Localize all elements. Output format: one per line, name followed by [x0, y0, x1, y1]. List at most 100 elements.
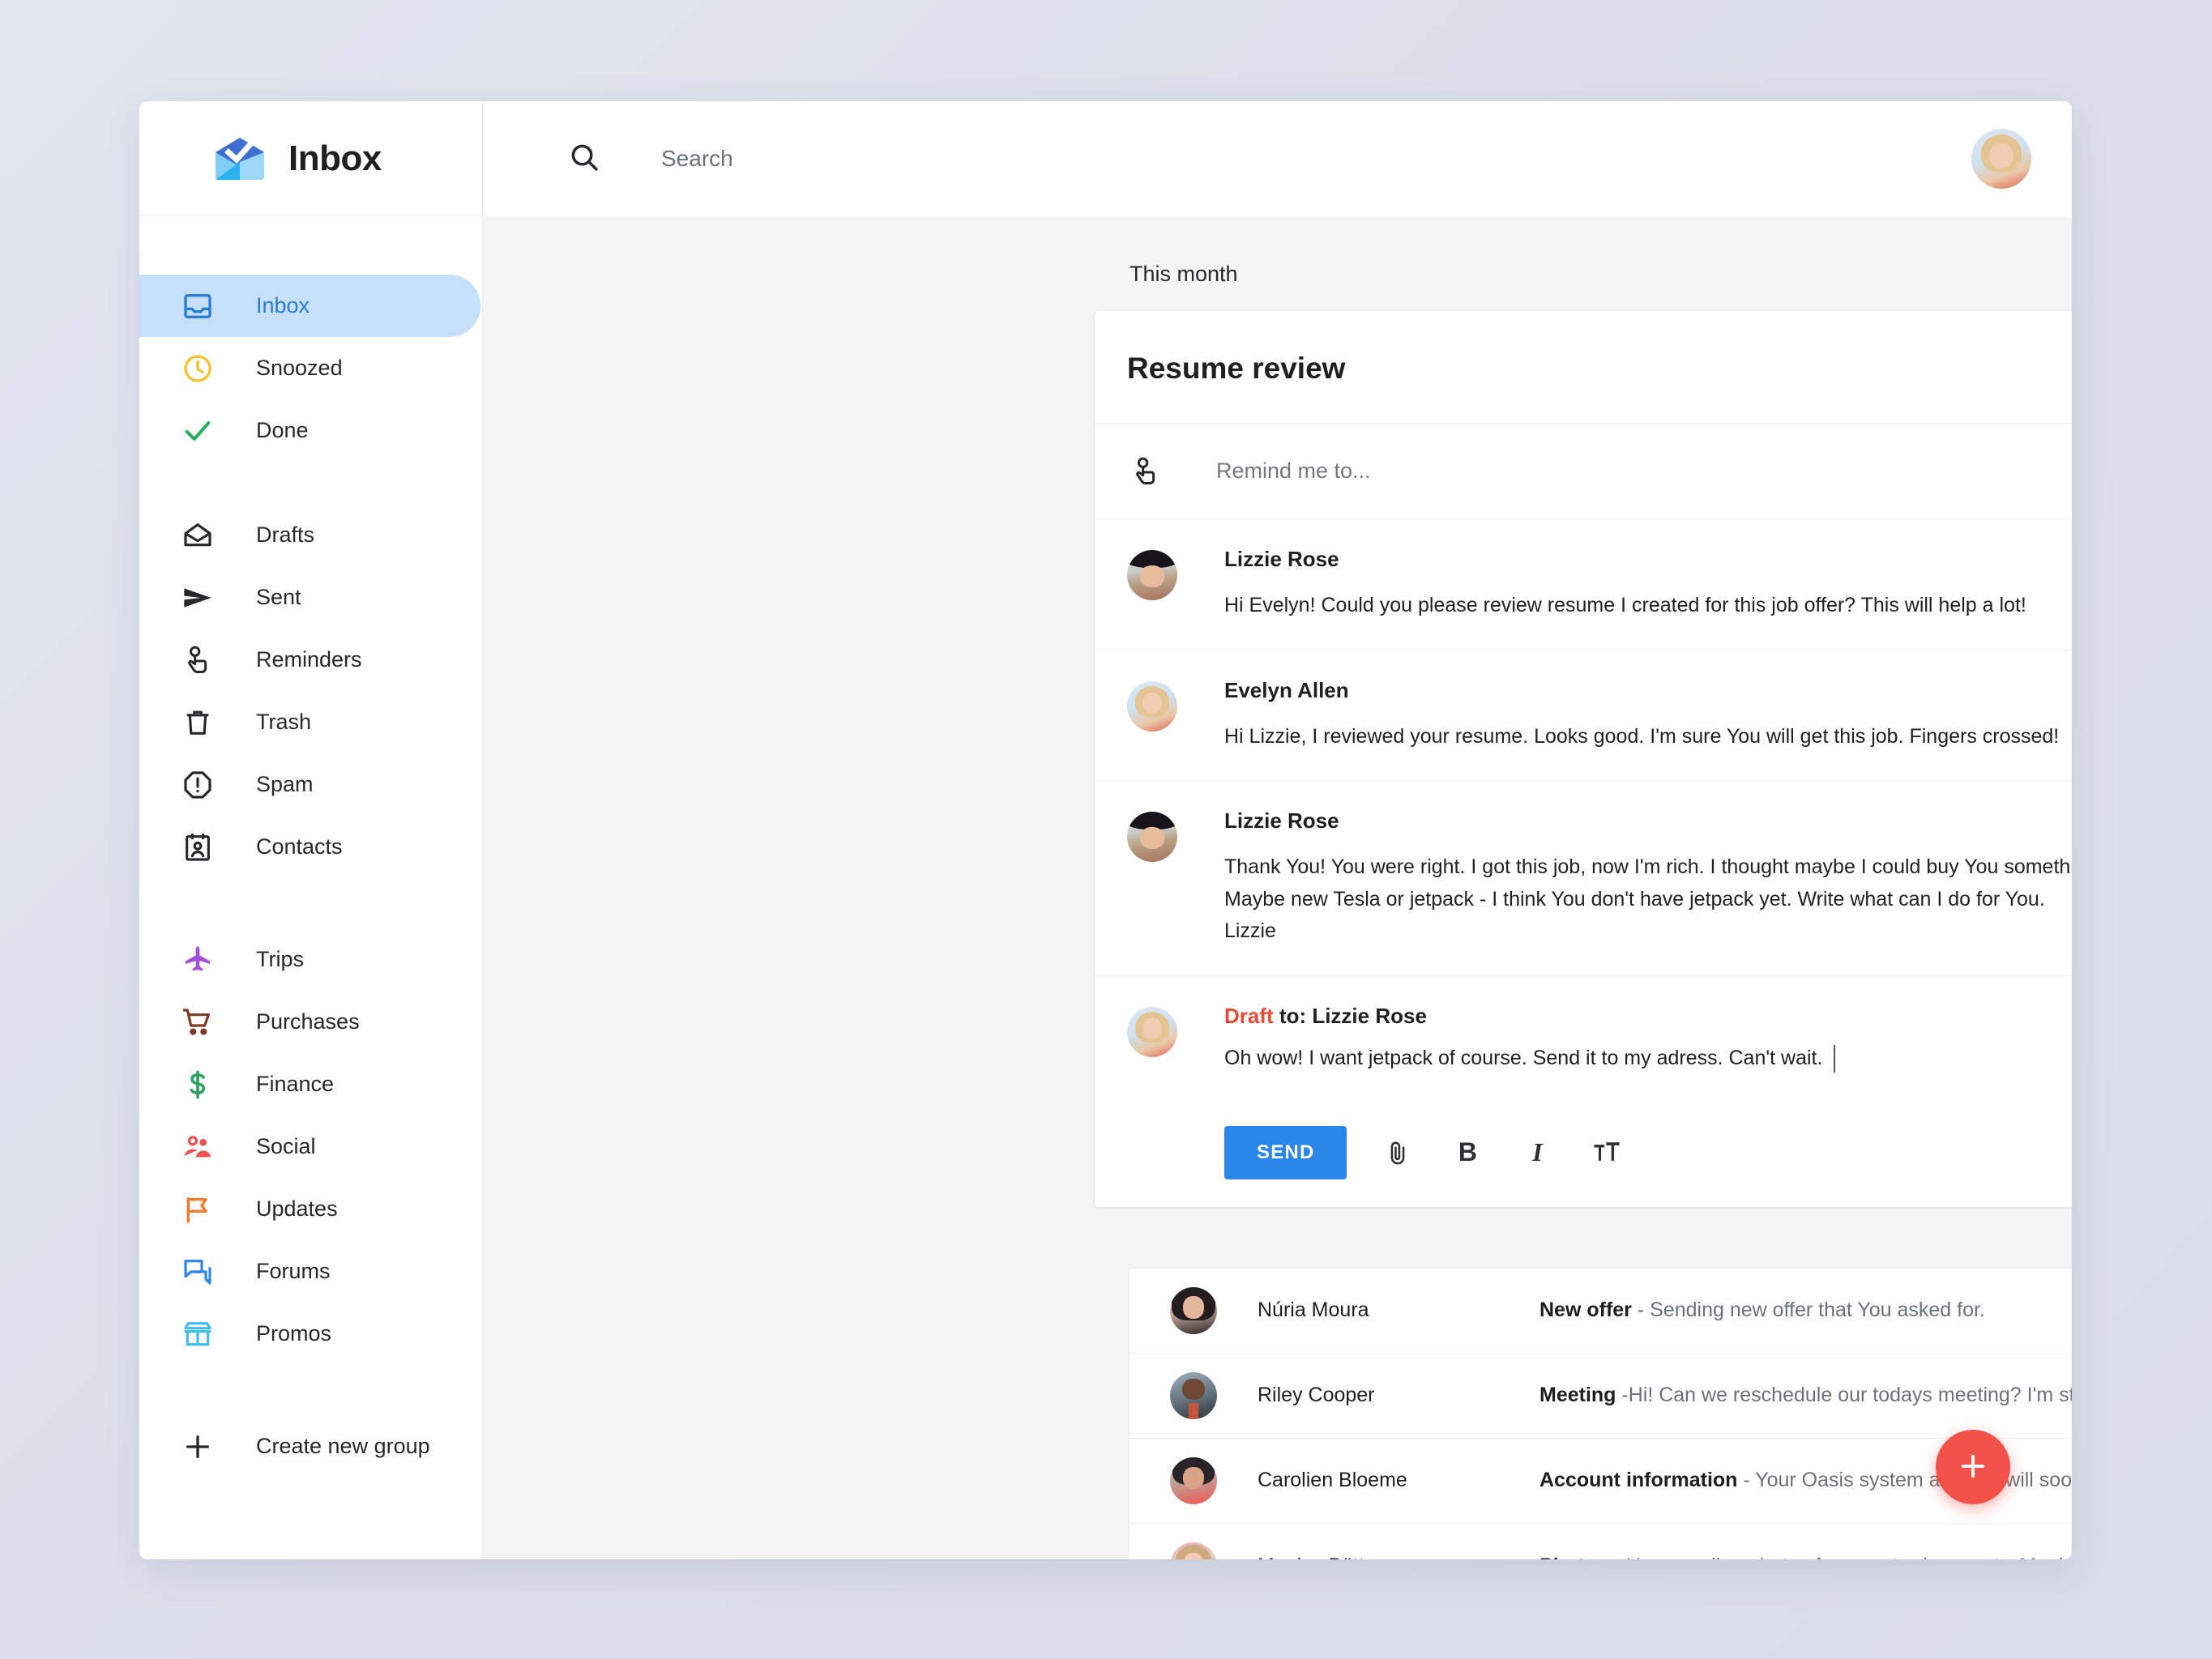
list-item-snippet: - Sending new offer that You asked for.: [1631, 1299, 1985, 1321]
thread-card: Resume review Remind me to... Lizzie Ros: [1095, 311, 2072, 1207]
create-new-group-label: Create new group: [256, 1434, 430, 1458]
sidebar-item-drafts[interactable]: Drafts: [139, 504, 482, 566]
finger-tap-icon: [178, 641, 217, 680]
sidebar-item-label: Finance: [256, 1072, 335, 1096]
sidebar-item-forums[interactable]: Forums: [139, 1240, 482, 1303]
topbar: Search: [483, 101, 2072, 216]
search-placeholder: Search: [661, 146, 733, 171]
sidebar-item-snoozed[interactable]: Snoozed: [139, 337, 482, 399]
plus-icon: [178, 1427, 217, 1466]
list-item-subject: Account information: [1539, 1469, 1738, 1491]
text-size-icon[interactable]: [1588, 1134, 1625, 1171]
inbox-list: Núria Moura New offer - Sending new offe…: [1129, 1268, 2072, 1560]
draft-compose[interactable]: Draft to: Lizzie Rose Oh wow! I want jet…: [1095, 976, 2072, 1207]
sidebar-item-sent[interactable]: Sent: [139, 566, 482, 629]
airplane-icon: [178, 940, 217, 979]
storefront-icon: [178, 1315, 217, 1354]
sidebar-item-reminders[interactable]: Reminders: [139, 629, 482, 691]
paper-plane-icon: [178, 578, 217, 617]
draft-body-field[interactable]: Oh wow! I want jetpack of course. Send i…: [1224, 1044, 2072, 1073]
list-item-snippet: - Hey, sending photos from yesterdays pa…: [1608, 1555, 2072, 1560]
avatar: [1127, 812, 1177, 862]
draft-header: Draft to: Lizzie Rose: [1224, 1004, 2072, 1029]
sidebar-item-promos[interactable]: Promos: [139, 1303, 482, 1365]
list-item-sender: Carolien Bloeme: [1258, 1469, 1407, 1491]
draft-recipient: to: Lizzie Rose: [1279, 1003, 1427, 1028]
avatar: [1170, 1286, 1217, 1334]
sidebar-item-label: Snoozed: [256, 356, 343, 380]
compose-fab-button[interactable]: [1936, 1430, 2010, 1504]
list-item[interactable]: Carolien Bloeme Account information - Yo…: [1129, 1439, 2072, 1524]
avatar: [1170, 1542, 1217, 1559]
sidebar-item-label: Purchases: [256, 1009, 360, 1034]
remind-me-placeholder: Remind me to...: [1216, 458, 1371, 483]
sidebar-item-contacts[interactable]: Contacts: [139, 816, 482, 878]
app-title: Inbox: [288, 138, 382, 178]
sidebar-item-updates[interactable]: Updates: [139, 1178, 482, 1240]
sidebar-item-label: Contacts: [256, 834, 343, 859]
sidebar-divider-3: [139, 1365, 482, 1415]
list-item-sender: Riley Cooper: [1258, 1384, 1375, 1406]
message-signature: Lizzie: [1224, 919, 1276, 942]
message-sender: Evelyn Allen: [1224, 677, 1349, 702]
search-input[interactable]: Search: [567, 140, 1971, 178]
thread-subject: Resume review: [1095, 311, 2072, 424]
sidebar-divider-2: [139, 878, 482, 928]
remind-me-input[interactable]: Remind me to...: [1095, 424, 2072, 519]
sidebar: Inbox Inbox Snoozed Done Drafts Sent Rem…: [139, 101, 483, 1559]
list-item[interactable]: Monica Böttger Photos - Hey, sending pho…: [1129, 1524, 2072, 1560]
compose-toolbar: SEND B I: [1224, 1125, 2072, 1179]
sidebar-item-done[interactable]: Done: [139, 399, 482, 462]
sidebar-divider-1: [139, 462, 482, 504]
sidebar-item-label: Reminders: [256, 647, 362, 672]
sidebar-item-trash[interactable]: Trash: [139, 691, 482, 753]
list-item[interactable]: Riley Cooper Meeting -Hi! Can we resched…: [1129, 1354, 2072, 1439]
thread-message[interactable]: Evelyn Allen Hi Lizzie, I reviewed your …: [1095, 650, 2072, 781]
paperclip-icon[interactable]: [1379, 1134, 1416, 1171]
italic-icon[interactable]: I: [1518, 1134, 1556, 1171]
sidebar-item-label: Inbox: [256, 293, 310, 318]
sidebar-item-inbox[interactable]: Inbox: [139, 275, 480, 337]
chat-bubbles-icon: [178, 1252, 217, 1291]
list-item-sender: Núria Moura: [1258, 1299, 1369, 1321]
sidebar-item-label: Updates: [256, 1196, 338, 1221]
inbox-envelope-check-icon: [212, 137, 267, 180]
list-item-subject: Meeting: [1539, 1384, 1616, 1406]
clock-icon: [178, 349, 217, 388]
sidebar-item-label: Drafts: [256, 522, 315, 547]
list-item-preview: New offer - Sending new offer that You a…: [1539, 1299, 1985, 1322]
plus-icon: [1956, 1449, 1990, 1486]
message-body: Hi Lizzie, I reviewed your resume. Looks…: [1224, 724, 2060, 748]
avatar: [1170, 1456, 1217, 1504]
create-new-group-button[interactable]: Create new group: [139, 1415, 482, 1478]
sidebar-item-trips[interactable]: Trips: [139, 928, 482, 991]
shopping-cart-icon: [178, 1003, 217, 1042]
list-item-sender: Monica Böttger: [1258, 1555, 1539, 1560]
user-avatar[interactable]: [1971, 129, 2031, 189]
avatar: [1127, 680, 1177, 731]
sidebar-item-label: Forums: [256, 1259, 331, 1283]
warning-octagon-icon: [178, 766, 217, 804]
avatar: [1127, 550, 1177, 600]
thread-message[interactable]: Lizzie Rose Thank You! You were right. I…: [1095, 781, 2072, 976]
sidebar-item-label: Social: [256, 1134, 316, 1158]
list-item-preview: Meeting -Hi! Can we reschedule our today…: [1539, 1384, 2072, 1407]
content-scroll-area: This month Resume review Remind me to...: [483, 216, 2072, 1559]
avatar: [1127, 1006, 1177, 1057]
bold-icon[interactable]: B: [1449, 1134, 1486, 1171]
message-body: Hi Evelyn! Could you please review resum…: [1224, 594, 2026, 616]
contact-card-icon: [178, 828, 217, 867]
list-item-subject: Photos: [1539, 1555, 1608, 1560]
list-item[interactable]: Núria Moura New offer - Sending new offe…: [1129, 1269, 2072, 1354]
send-button[interactable]: SEND: [1224, 1125, 1347, 1179]
sidebar-item-label: Done: [256, 418, 309, 442]
sidebar-item-social[interactable]: Social: [139, 1115, 482, 1178]
sidebar-item-spam[interactable]: Spam: [139, 753, 482, 816]
sidebar-item-purchases[interactable]: Purchases: [139, 991, 482, 1053]
list-item-snippet: -Hi! Can we reschedule our todays meetin…: [1621, 1384, 2072, 1406]
thread-message[interactable]: Lizzie Rose Hi Evelyn! Could you please …: [1095, 519, 2072, 650]
draft-status-badge: Draft: [1224, 1003, 1274, 1028]
list-item-snippet: - Your Oasis system account will soon ex…: [1743, 1469, 2072, 1491]
sidebar-item-finance[interactable]: Finance: [139, 1053, 482, 1115]
avatar: [1170, 1371, 1217, 1419]
